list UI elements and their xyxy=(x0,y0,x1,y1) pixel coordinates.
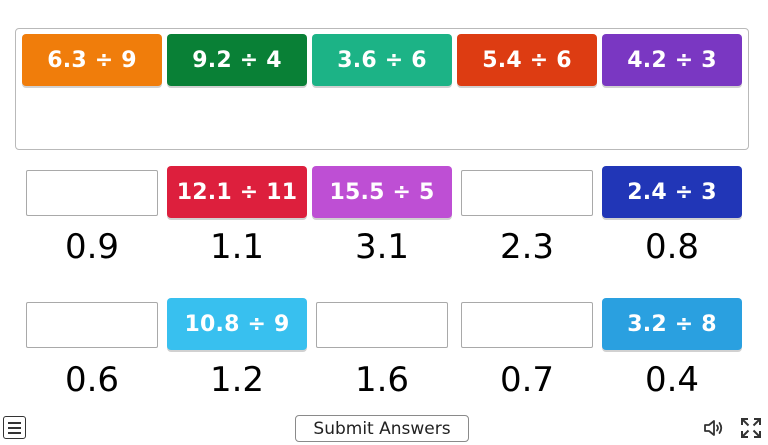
drop-slot[interactable] xyxy=(461,170,593,216)
tray-tile[interactable]: 9.2 ÷ 4 xyxy=(167,34,307,86)
tray-tile[interactable]: 3.6 ÷ 6 xyxy=(312,34,452,86)
placed-tile[interactable]: 15.5 ÷ 5 xyxy=(312,166,452,218)
target-value-label: 1.1 xyxy=(209,227,265,267)
menu-icon[interactable] xyxy=(3,416,26,439)
submit-answers-button[interactable]: Submit Answers xyxy=(295,415,469,442)
drop-slot[interactable] xyxy=(461,302,593,348)
target-value-label: 0.4 xyxy=(644,360,700,400)
drop-slot[interactable] xyxy=(316,302,448,348)
drop-slot[interactable] xyxy=(26,302,158,348)
target-value-label: 3.1 xyxy=(354,227,410,267)
tray-tile[interactable]: 4.2 ÷ 3 xyxy=(602,34,742,86)
target-value-label: 1.6 xyxy=(354,360,410,400)
target-value-label: 1.2 xyxy=(209,360,265,400)
placed-tile[interactable]: 2.4 ÷ 3 xyxy=(602,166,742,218)
fullscreen-icon[interactable] xyxy=(739,416,763,440)
drop-slot[interactable] xyxy=(26,170,158,216)
target-value-label: 0.6 xyxy=(64,360,120,400)
placed-tile[interactable]: 3.2 ÷ 8 xyxy=(602,298,742,350)
target-value-label: 2.3 xyxy=(499,227,555,267)
tray-tile[interactable]: 6.3 ÷ 9 xyxy=(22,34,162,86)
target-value-label: 0.9 xyxy=(64,227,120,267)
tray-tile[interactable]: 5.4 ÷ 6 xyxy=(457,34,597,86)
target-value-label: 0.7 xyxy=(499,360,555,400)
speaker-icon[interactable] xyxy=(702,416,726,440)
target-value-label: 0.8 xyxy=(644,227,700,267)
placed-tile[interactable]: 10.8 ÷ 9 xyxy=(167,298,307,350)
placed-tile[interactable]: 12.1 ÷ 11 xyxy=(167,166,307,218)
